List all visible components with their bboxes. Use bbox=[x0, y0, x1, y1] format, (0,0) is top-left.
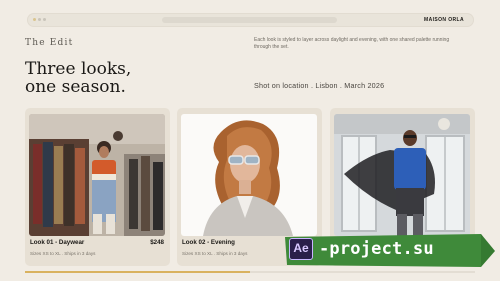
look-sizes: Sizes XS to XL . Ships in 3 days bbox=[182, 251, 248, 256]
section-description: Each look is styled to layer across dayl… bbox=[254, 37, 450, 50]
headline-line-1: Three looks, bbox=[25, 59, 132, 79]
window-dot-icon bbox=[38, 18, 41, 21]
look-price: $248 bbox=[150, 239, 164, 246]
watermark: Ae -project.su bbox=[285, 234, 495, 267]
ae-logo-icon: Ae bbox=[289, 238, 313, 260]
page-title: Three looks, one season. bbox=[25, 60, 131, 96]
headline-line-2: one season. bbox=[25, 77, 126, 97]
window-dot-icon bbox=[33, 18, 36, 21]
look-03-photo bbox=[334, 114, 470, 236]
look-01-photo bbox=[29, 114, 165, 236]
look-title: Look 02 - Evening bbox=[182, 239, 235, 246]
section-eyebrow: The Edit bbox=[25, 38, 74, 48]
look-02-photo bbox=[181, 114, 317, 236]
look-card-01[interactable]: Look 01 - Daywear $248 Sizes XS to XL . … bbox=[25, 108, 170, 266]
carousel-progress-fill bbox=[25, 271, 250, 273]
carousel-progress[interactable] bbox=[25, 271, 475, 273]
look-title: Look 01 - Daywear bbox=[30, 239, 85, 246]
look-sizes: Sizes XS to XL . Ships in 3 days bbox=[30, 251, 96, 256]
browser-bar: MAISON ORLA bbox=[27, 13, 474, 27]
brand-name[interactable]: MAISON ORLA bbox=[424, 17, 464, 23]
shot-info: Shot on location . Lisbon . March 2026 bbox=[254, 81, 385, 90]
window-dot-icon bbox=[43, 18, 46, 21]
window-dots bbox=[33, 18, 46, 21]
watermark-text: -project.su bbox=[319, 239, 434, 259]
address-bar[interactable] bbox=[162, 17, 337, 23]
